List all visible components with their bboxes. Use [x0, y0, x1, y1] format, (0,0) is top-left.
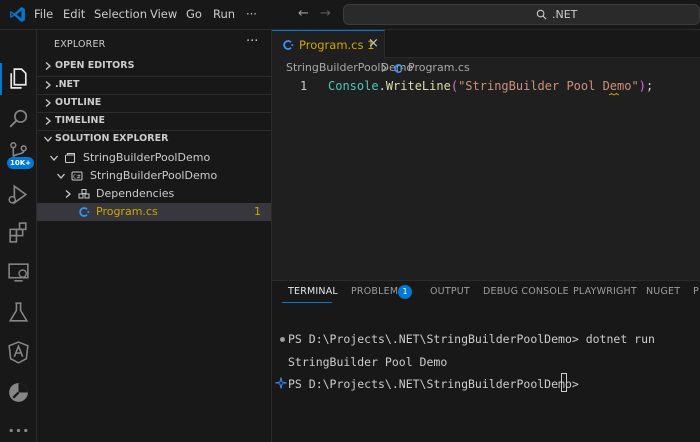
- menu-more[interactable]: ···: [246, 7, 257, 21]
- chevron-right-icon: [45, 62, 51, 70]
- tab-output[interactable]: OUTPUT: [430, 286, 470, 297]
- tree-item-label: StringBuilderPoolDemo: [90, 169, 218, 182]
- tree-item-program-cs[interactable]: Program.cs 1: [37, 203, 271, 221]
- terminal-cursor: [561, 373, 567, 392]
- close-icon[interactable]: ×: [368, 36, 379, 51]
- code-token-semicolon: ;: [645, 79, 654, 93]
- section-timeline[interactable]: TIMELINE: [37, 112, 271, 130]
- title-bar: File Edit Selection View Go Run ··· ← → …: [0, 0, 700, 30]
- menu-view[interactable]: View: [150, 7, 177, 21]
- editor-area: Program.cs 1 × StringBuilderPoolDemo Pro…: [272, 30, 700, 280]
- section-outline[interactable]: OUTLINE: [37, 94, 271, 112]
- code-token-close-paren: ): [638, 79, 646, 93]
- explorer-files-icon[interactable]: [6, 66, 31, 91]
- csharp-file-icon: [283, 40, 294, 50]
- arrow-left-icon[interactable]: ←: [298, 6, 309, 21]
- chevron-right-icon: [65, 190, 71, 198]
- section-label: TIMELINE: [55, 115, 105, 126]
- search-icon: [536, 9, 547, 20]
- chevron-right-icon: [45, 81, 51, 89]
- menu-go[interactable]: Go: [186, 7, 202, 21]
- explorer-title: EXPLORER: [54, 39, 106, 50]
- tree-item-label: Dependencies: [96, 187, 175, 200]
- more-icon[interactable]: [6, 418, 31, 442]
- chevron-down-icon: [57, 173, 65, 179]
- chevron-right-icon: [381, 64, 387, 72]
- problem-count: 1: [254, 205, 261, 218]
- section-open-editors[interactable]: OPEN EDITORS: [37, 57, 271, 75]
- run-debug-icon[interactable]: [6, 182, 31, 207]
- code-token-method: WriteLine: [385, 79, 451, 93]
- code-token-dot: .: [378, 79, 386, 93]
- section-label: OUTLINE: [55, 97, 102, 108]
- editor-tabs: Program.cs 1 ×: [272, 30, 700, 59]
- command-status-dot: [280, 337, 285, 342]
- menu-selection[interactable]: Selection: [94, 7, 147, 21]
- source-control-badge: 10K+: [7, 157, 35, 169]
- tab-nuget[interactable]: NUGET: [646, 286, 680, 297]
- chevron-right-icon: [45, 117, 51, 125]
- remote-explorer-icon[interactable]: [6, 260, 31, 285]
- code-token-class: Console: [328, 79, 379, 93]
- explorer-more-button[interactable]: ···: [246, 34, 258, 49]
- line-number: 1: [300, 79, 308, 93]
- tab-overflow[interactable]: P: [693, 286, 699, 297]
- activity-bar: 10K+: [0, 30, 37, 442]
- terminal-line-prompt[interactable]: PS D:\Projects\.NET\StringBuilderPoolDem…: [288, 377, 586, 391]
- chevron-down-icon: [44, 136, 52, 142]
- menu-run[interactable]: Run: [213, 7, 235, 21]
- csharp-file-icon: [79, 207, 90, 217]
- tab-label: Program.cs 1: [299, 38, 375, 52]
- explorer-sidebar: EXPLORER ··· OPEN EDITORS .NET OUTLINE T…: [37, 30, 272, 442]
- command-center-text: .NET: [552, 8, 578, 21]
- tree-item-dependencies[interactable]: Dependencies: [37, 185, 271, 203]
- bottom-panel: TERMINAL PROBLEMS 1 OUTPUT DEBUG CONSOLE…: [272, 280, 700, 442]
- csharp-file-icon: [394, 64, 404, 73]
- menu-file[interactable]: File: [34, 7, 53, 21]
- terminal-line-output: StringBuilder Pool Demo: [288, 355, 448, 369]
- svg-text:C#: C#: [73, 174, 81, 180]
- tree-item-solution[interactable]: StringBuilderPoolDemo: [37, 149, 271, 167]
- breadcrumb-file[interactable]: Program.cs: [408, 61, 470, 74]
- warning-squiggle: [609, 93, 619, 96]
- section-label: SOLUTION EXPLORER: [55, 133, 169, 144]
- code-token-open-paren: (: [450, 79, 459, 93]
- tab-terminal[interactable]: TERMINAL: [288, 286, 338, 297]
- problems-count-badge: 1: [398, 285, 412, 299]
- vscode-logo-icon: [10, 7, 25, 22]
- testing-flask-icon[interactable]: [6, 300, 31, 325]
- tree-item-label: StringBuilderPoolDemo: [83, 151, 211, 164]
- chevron-right-icon: [45, 99, 51, 107]
- tab-playwright[interactable]: PLAYWRIGHT: [573, 286, 637, 297]
- section-solution-explorer[interactable]: SOLUTION EXPLORER: [37, 130, 271, 148]
- code-token-string: "StringBuilder Pool Demo": [458, 79, 639, 93]
- tab-debug-console[interactable]: DEBUG CONSOLE: [483, 286, 569, 297]
- angular-icon[interactable]: [6, 340, 31, 365]
- active-tab-underline: [282, 302, 332, 303]
- menu-edit[interactable]: Edit: [63, 7, 85, 21]
- extensions-icon[interactable]: [6, 220, 31, 245]
- tree-item-label: Program.cs: [96, 205, 158, 218]
- tree-item-project[interactable]: C# StringBuilderPoolDemo: [37, 167, 271, 185]
- sparkle-icon: [275, 377, 287, 389]
- csharp-project-icon: C#: [71, 171, 83, 181]
- chevron-down-icon: [50, 155, 58, 161]
- gauge-icon[interactable]: [6, 380, 31, 405]
- section-label: .NET: [55, 79, 80, 90]
- tab-program-cs[interactable]: Program.cs 1 ×: [272, 30, 385, 59]
- section-dotnet[interactable]: .NET: [37, 76, 271, 94]
- arrow-right-icon[interactable]: →: [320, 6, 331, 21]
- solution-icon: [65, 153, 75, 163]
- tab-problems[interactable]: PROBLEMS: [351, 286, 404, 297]
- command-center-search[interactable]: .NET: [343, 4, 700, 25]
- search-icon[interactable]: [6, 106, 31, 131]
- terminal-line-command: PS D:\Projects\.NET\StringBuilderPoolDem…: [288, 332, 655, 346]
- dependencies-icon: [78, 189, 90, 199]
- code-line[interactable]: Console.WriteLine("StringBuilder Pool De…: [328, 79, 653, 93]
- section-label: OPEN EDITORS: [55, 60, 135, 71]
- active-indicator: [0, 63, 2, 95]
